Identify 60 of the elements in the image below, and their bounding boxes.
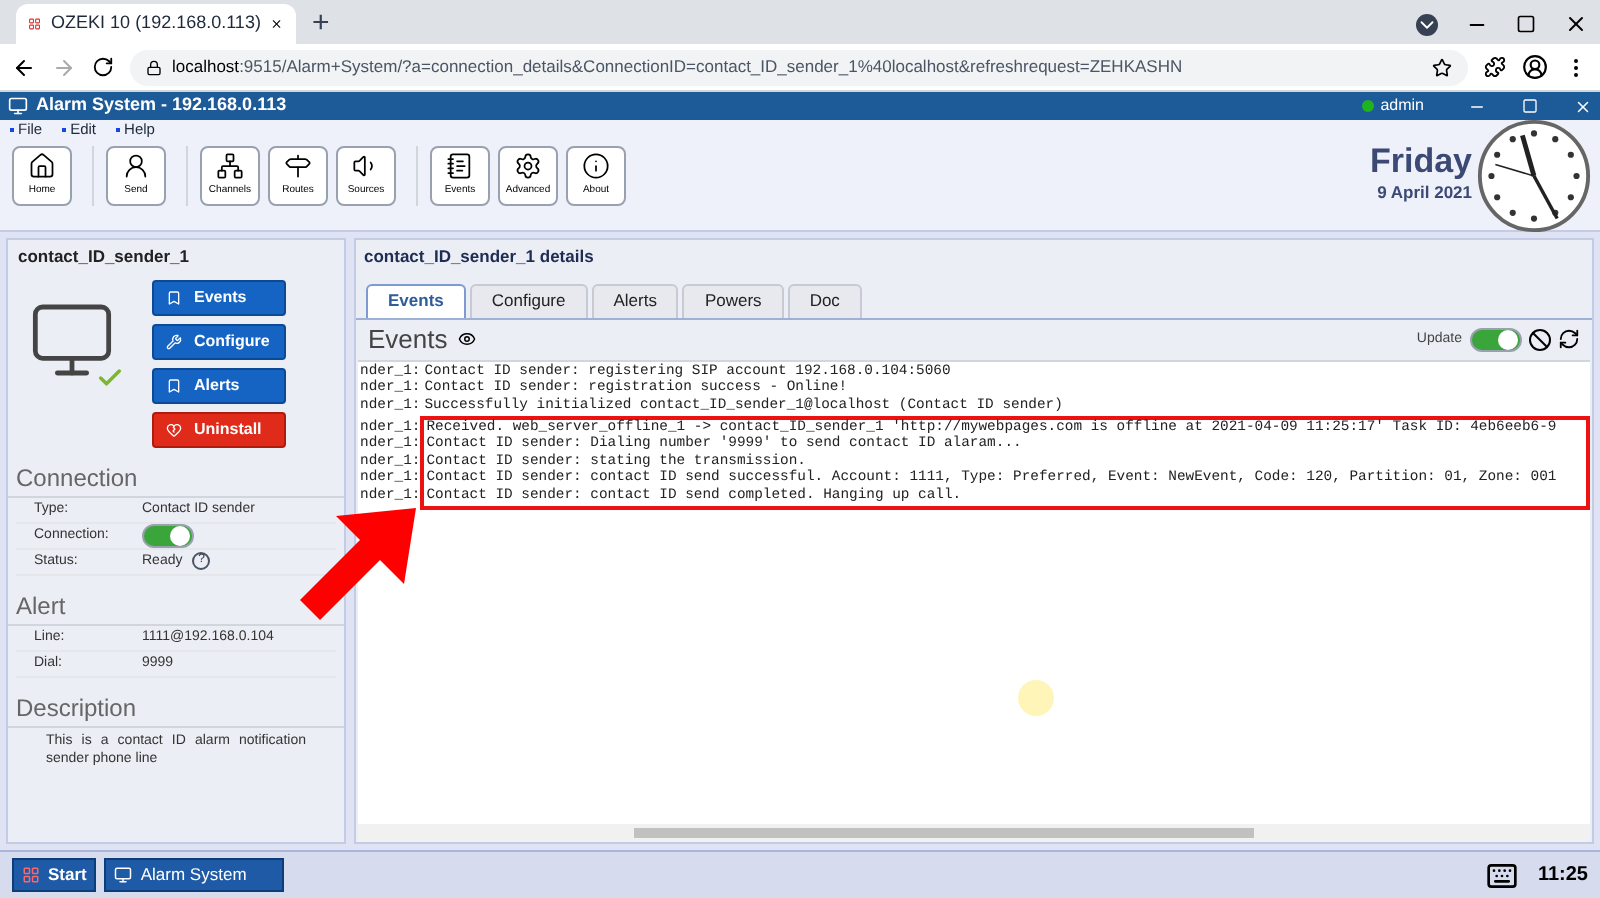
scrollbar-thumb[interactable] xyxy=(634,828,1254,838)
tab[interactable]: Powers xyxy=(682,283,784,318)
panel-title: contact_ID_sender_1 xyxy=(16,244,192,270)
maximize-icon[interactable] xyxy=(1516,14,1536,34)
toggle-switch[interactable] xyxy=(1470,327,1522,352)
new-tab-button[interactable]: + xyxy=(296,4,346,44)
app-icon xyxy=(114,866,133,884)
signpost-icon xyxy=(284,152,312,181)
settings-icon xyxy=(514,152,542,181)
info-icon xyxy=(582,152,610,181)
action-button[interactable]: Alerts xyxy=(152,367,286,404)
close-icon[interactable] xyxy=(270,14,284,34)
notepad-icon xyxy=(446,152,474,181)
site-icon xyxy=(28,14,42,34)
panel-title: contact_ID_sender_1 details xyxy=(362,244,596,270)
keyboard-icon[interactable] xyxy=(1485,859,1518,891)
url-text: localhost:9515/Alarm+System/?a=connection_details&ConnectionID=contact_ID_sender_1%40localhost&refreshrequest=ZEHKASHN xyxy=(172,54,1183,80)
section-heading: Connection xyxy=(8,459,344,498)
eye-icon[interactable] xyxy=(457,330,476,349)
app-title: Alarm System - 192.168.0.113 xyxy=(36,92,287,119)
action-button[interactable]: Uninstall xyxy=(152,411,286,448)
bookmark-icon xyxy=(166,377,182,394)
user-name: admin xyxy=(1380,94,1424,118)
back-icon[interactable] xyxy=(12,55,36,79)
toggle-switch[interactable] xyxy=(142,523,194,548)
network-icon xyxy=(216,152,244,181)
section-heading: Description xyxy=(8,689,344,728)
tab[interactable]: Configure xyxy=(469,283,588,318)
lock-icon xyxy=(146,59,162,75)
close-icon[interactable] xyxy=(1574,97,1592,115)
bookmark-icon xyxy=(166,289,182,306)
bookmark-star-icon[interactable] xyxy=(1432,57,1452,77)
grid-icon xyxy=(22,866,40,884)
action-button[interactable]: Events xyxy=(152,279,286,316)
profile-icon[interactable] xyxy=(1522,54,1548,80)
action-button[interactable]: Configure xyxy=(152,323,286,360)
address-field[interactable]: localhost:9515/Alarm+System/?a=connection_details&ConnectionID=contact_ID_sender_1%40localhost&refreshrequest=ZEHKASHN xyxy=(130,49,1468,85)
extensions-icon[interactable] xyxy=(1484,56,1506,78)
reload-icon[interactable] xyxy=(92,56,114,78)
tab[interactable]: Doc xyxy=(787,283,862,318)
broken-heart-icon xyxy=(166,421,182,438)
app-icon xyxy=(8,96,28,116)
browser-tab[interactable]: OZEKI 10 (192.168.0.113) xyxy=(16,4,296,44)
day-label: Friday xyxy=(1369,144,1472,181)
events-heading: Events xyxy=(368,322,448,358)
tab-title: OZEKI 10 (192.168.0.113) xyxy=(51,10,261,37)
house-icon xyxy=(28,152,56,181)
analog-clock-drawing xyxy=(1476,117,1592,233)
block-icon[interactable] xyxy=(1528,327,1552,352)
wrench-icon xyxy=(166,333,182,350)
dropdown-icon[interactable] xyxy=(1416,13,1438,35)
tab[interactable]: Alerts xyxy=(591,283,679,318)
close-icon[interactable] xyxy=(1564,12,1588,36)
tab[interactable]: Events xyxy=(366,283,466,318)
date-label: 9 April 2021 xyxy=(1377,180,1472,206)
clock-time: 11:25 xyxy=(1537,862,1588,890)
refresh-icon[interactable] xyxy=(1558,328,1580,351)
person-icon xyxy=(122,152,150,181)
taskbar-window-button[interactable]: Alarm System xyxy=(104,858,285,892)
start-button[interactable]: Start xyxy=(12,858,97,892)
